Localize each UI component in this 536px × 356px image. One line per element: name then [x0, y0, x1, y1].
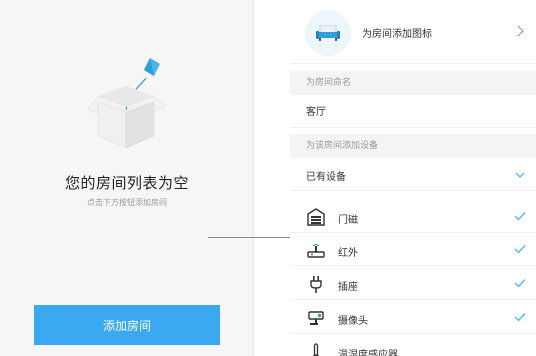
- add-room-button[interactable]: 添加房间: [34, 305, 220, 345]
- plug-icon: [310, 276, 322, 293]
- device-label: 温湿度感应器: [338, 350, 398, 356]
- chevron-down-icon: [515, 172, 525, 178]
- existing-devices-dropdown[interactable]: 已有设备: [290, 160, 536, 188]
- device-label: 门磁: [338, 215, 358, 226]
- sofa-icon: [316, 25, 340, 41]
- add-room-icon-label: 为房间添加图标: [362, 29, 432, 40]
- room-name-input[interactable]: [306, 100, 526, 120]
- device-item-infrared[interactable]: 红外: [290, 234, 536, 266]
- chevron-right-icon: [517, 25, 524, 37]
- device-section-header: 为该房间添加设备: [290, 134, 536, 158]
- room-settings-panel: 为房间添加图标 为房间命名 为该房间添加设备 已有设备 门磁: [290, 0, 536, 356]
- device-item-thermometer[interactable]: 温湿度感应器: [290, 336, 536, 356]
- empty-list-title: 您的房间列表为空: [64, 174, 189, 192]
- divider: [290, 127, 536, 128]
- device-label: 摄像头: [338, 316, 368, 327]
- divider: [290, 190, 536, 191]
- check-icon: [514, 279, 526, 288]
- check-icon: [514, 245, 526, 254]
- check-icon: [514, 212, 526, 221]
- device-item-camera[interactable]: 摄像头: [290, 302, 536, 334]
- existing-devices-label: 已有设备: [306, 172, 346, 183]
- empty-box-illustration: [87, 58, 167, 149]
- device-item-door-sensor[interactable]: 门磁: [290, 201, 536, 233]
- thermometer-icon: [312, 343, 320, 356]
- empty-list-hint: 点击下方按钮添加房间: [87, 198, 167, 207]
- device-label: 插座: [338, 282, 358, 293]
- camera-icon: [308, 311, 324, 325]
- connector-line: [208, 237, 300, 238]
- device-label: 红外: [338, 248, 358, 259]
- empty-room-panel: 您的房间列表为空 点击下方按钮添加房间 添加房间: [0, 0, 254, 356]
- check-icon: [514, 313, 526, 322]
- device-item-plug[interactable]: 插座: [290, 268, 536, 300]
- door-sensor-icon: [307, 208, 325, 226]
- room-name-section-header: 为房间命名: [290, 71, 536, 95]
- room-icon-avatar: [305, 10, 351, 56]
- infrared-icon: [307, 243, 325, 258]
- add-room-icon-row[interactable]: 为房间添加图标: [290, 0, 536, 64]
